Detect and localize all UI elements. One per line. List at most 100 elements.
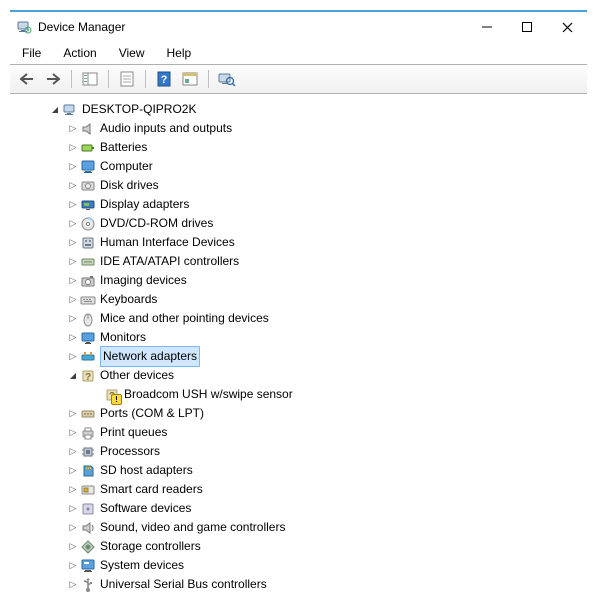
disk-icon [80,178,96,194]
scan-hardware-button[interactable] [216,68,238,90]
tree-root[interactable]: ◢ DESKTOP-QIPRO2K [10,100,587,119]
tree-node[interactable]: ▷ Imaging devices [10,271,587,290]
expander-icon[interactable]: ▷ [66,442,80,461]
tree-node[interactable]: ▷Mice and other pointing devices [10,309,587,328]
tree-node-label: Imaging devices [100,271,187,290]
expander-icon[interactable]: ▷ [66,575,80,594]
toolbar: ? [10,64,587,94]
menu-file[interactable]: File [18,44,45,62]
tree-node[interactable]: ▷ Universal Serial Bus controllers [10,575,587,594]
camera-icon [80,273,96,289]
tree-node-label: DVD/CD-ROM drives [100,214,213,233]
tree-node[interactable]: ▷ System devices [10,556,587,575]
help-button[interactable]: ? [153,68,175,90]
show-hide-tree-button[interactable] [79,68,101,90]
tree-node[interactable]: ◢?Other devices [10,366,587,385]
tree-node[interactable]: ▷SD host adapters [10,461,587,480]
tree-node[interactable]: ▷Storage controllers [10,537,587,556]
maximize-button[interactable] [507,13,547,41]
svg-text:?: ? [85,372,91,383]
expander-icon[interactable]: ▷ [66,138,80,157]
tree-node[interactable]: ▷Software devices [10,499,587,518]
expander-icon[interactable]: ▷ [66,499,80,518]
tree-node-label: Batteries [100,138,147,157]
sound-icon [80,520,96,536]
expander-icon[interactable]: ▷ [66,404,80,423]
window-controls [467,13,587,41]
tree-node[interactable]: ▷ Display adapters [10,195,587,214]
tree-node-label: Display adapters [100,195,189,214]
tree-node[interactable]: ▷Print queues [10,423,587,442]
tree-node[interactable]: ▷Sound, video and game controllers [10,518,587,537]
tree-node[interactable]: ▷ Monitors [10,328,587,347]
tree-node[interactable]: ▷ Batteries [10,138,587,157]
expander-icon[interactable]: ▷ [66,233,80,252]
expander-icon[interactable]: ▷ [66,480,80,499]
tree-node[interactable]: ▷Computer [10,157,587,176]
expander-icon[interactable]: ▷ [66,271,80,290]
tree-node[interactable]: ▷ Processors [10,442,587,461]
expander-icon[interactable]: ▷ [66,195,80,214]
expander-icon[interactable]: ▷ [66,214,80,233]
tree-node[interactable]: ▷Smart card readers [10,480,587,499]
tree-node-label: Ports (COM & LPT) [100,404,204,423]
tree-node[interactable]: ▷ Audio inputs and outputs [10,119,587,138]
expander-icon[interactable]: ▷ [66,176,80,195]
tree-node-label: System devices [100,556,184,575]
speaker-icon [80,121,96,137]
tree-node-label: Audio inputs and outputs [100,119,232,138]
forward-button[interactable] [42,68,64,90]
tree-child-node[interactable]: ?Broadcom USH w/swipe sensor [10,385,587,404]
tree-node[interactable]: ▷Keyboards [10,290,587,309]
storage-icon [80,539,96,555]
network-icon [80,349,96,365]
tree-node[interactable]: ▷ Ports (COM & LPT) [10,404,587,423]
close-button[interactable] [547,13,587,41]
window-title: Device Manager [38,20,467,34]
expander-icon[interactable]: ◢ [48,100,62,119]
sd-icon [80,463,96,479]
expander-icon[interactable]: ▷ [66,157,80,176]
other-warn-icon: ? [104,387,120,403]
expander-icon[interactable]: ▷ [66,537,80,556]
menu-help[interactable]: Help [163,44,196,62]
back-button[interactable] [16,68,38,90]
tree-node-label: Processors [100,442,160,461]
device-manager-window: Device Manager File Action View Help [10,10,587,600]
smartcard-icon [80,482,96,498]
expander-icon[interactable]: ▷ [66,309,80,328]
expander-icon[interactable]: ▷ [66,119,80,138]
toolbar-separator [208,70,209,88]
battery-icon [80,140,96,156]
toolbar-separator [71,70,72,88]
expander-icon[interactable]: ▷ [66,556,80,575]
tree-node[interactable]: ▷ IDE ATA/ATAPI controllers [10,252,587,271]
cdrom-icon [80,216,96,232]
tree-node-label: IDE ATA/ATAPI controllers [100,252,239,271]
expander-icon[interactable]: ▷ [66,328,80,347]
properties-button[interactable] [116,68,138,90]
tree-node-label: Universal Serial Bus controllers [100,575,267,594]
tree-node[interactable]: ▷ DVD/CD-ROM drives [10,214,587,233]
expander-icon[interactable]: ◢ [66,366,80,385]
expander-icon[interactable]: ▷ [66,252,80,271]
expander-icon[interactable]: ▷ [66,423,80,442]
menu-view[interactable]: View [115,44,149,62]
tree-node[interactable]: ▷ Human Interface Devices [10,233,587,252]
menu-action[interactable]: Action [59,44,100,62]
printer-icon [80,425,96,441]
tree-node-label: Monitors [100,328,146,347]
tree-node[interactable]: ▷Disk drives [10,176,587,195]
expander-icon[interactable]: ▷ [66,461,80,480]
expander-icon[interactable]: ▷ [66,290,80,309]
action-button[interactable] [179,68,201,90]
system-icon [80,558,96,574]
usb-icon [80,577,96,593]
expander-icon[interactable]: ▷ [66,518,80,537]
device-tree[interactable]: ◢DESKTOP-QIPRO2K▷Audio inputs and output… [10,94,587,600]
minimize-button[interactable] [467,13,507,41]
tree-node-label: Human Interface Devices [100,233,235,252]
tree-node-label: DESKTOP-QIPRO2K [82,100,196,119]
expander-icon[interactable]: ▷ [66,347,80,366]
tree-node[interactable]: ▷Network adapters [10,347,587,366]
